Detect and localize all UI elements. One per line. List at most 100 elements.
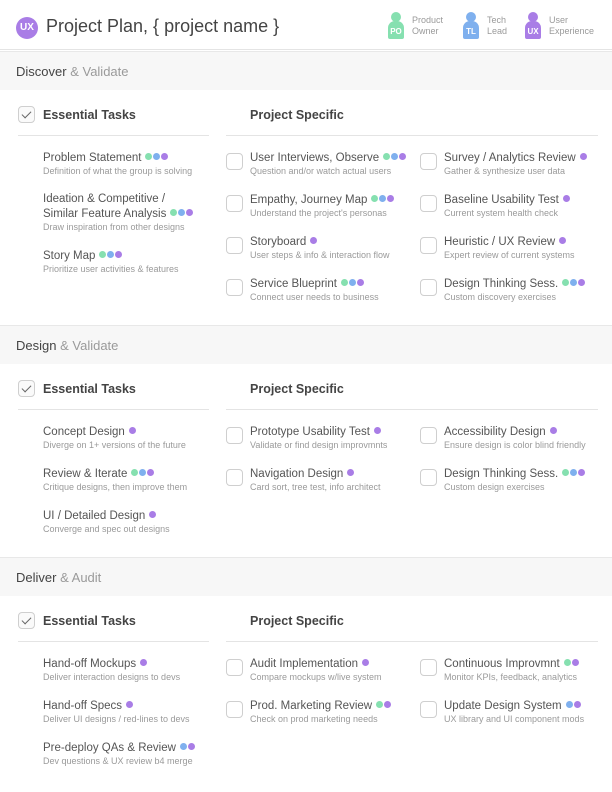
task-name: Update Design System	[444, 700, 562, 712]
role-dots	[140, 656, 148, 670]
section-title: Discover	[16, 64, 67, 79]
role-dot-po-icon	[376, 701, 384, 708]
task-name: Pre-deploy QAs & Review	[43, 742, 176, 754]
role-dot-ux-icon	[356, 279, 364, 286]
task-name: Prod. Marketing Review	[250, 700, 373, 712]
task-description: Definition of what the group is solving	[43, 166, 193, 176]
role-dot-ux-icon	[126, 701, 134, 708]
role-dot-tl-icon	[570, 279, 578, 286]
task-checkbox[interactable]	[226, 195, 243, 212]
task-name: Survey / Analytics Review	[444, 152, 576, 164]
task-checkbox[interactable]	[226, 469, 243, 486]
role-dot-ux-icon	[140, 659, 148, 666]
role-dots	[373, 424, 382, 438]
role-dots	[179, 740, 196, 754]
task-checkbox[interactable]	[420, 701, 437, 718]
task-name: Hand-off Mockups	[43, 658, 137, 670]
role-dot-po-icon	[563, 659, 571, 666]
role-dot-po-icon	[562, 279, 570, 286]
role-dot-tl-icon	[570, 469, 578, 476]
task-checkbox[interactable]	[420, 153, 437, 170]
task-checkbox[interactable]	[226, 153, 243, 170]
person-icon: TL	[463, 12, 479, 40]
task-checkbox[interactable]	[226, 427, 243, 444]
role-dot-ux-icon	[399, 153, 407, 160]
role-dots	[562, 466, 586, 480]
task-description: Custom design exercises	[444, 482, 545, 492]
role-dots	[145, 150, 169, 164]
task-name: Continuous Improvmnt	[444, 658, 560, 670]
role-dots	[340, 276, 365, 290]
role-dots	[565, 698, 582, 712]
role-dots	[347, 466, 355, 480]
role-dot-tl-icon	[139, 469, 147, 476]
task-checkbox[interactable]	[226, 659, 243, 676]
task-description: Understand the project's personas	[250, 208, 387, 218]
task-name: Audit Implementation	[250, 658, 359, 670]
essential-tasks-checkbox[interactable]	[18, 612, 35, 629]
essential-tasks-heading: Essential Tasks	[43, 382, 136, 396]
role-dots	[170, 206, 194, 220]
role-dot-tl-icon	[179, 743, 187, 750]
task-checkbox[interactable]	[420, 237, 437, 254]
task-name: Story Map	[43, 250, 96, 262]
task-checkbox[interactable]	[420, 469, 437, 486]
role-dots	[563, 656, 580, 670]
task-item: Concept Design Diverge on 1+ versions of …	[43, 424, 186, 451]
role-dots	[562, 192, 571, 206]
task-checkbox[interactable]	[226, 701, 243, 718]
task-name: Heuristic / UX Review	[444, 236, 556, 248]
task-description: Draw inspiration from other designs	[43, 222, 185, 232]
task-item: Update Design System UX library and UI co…	[444, 698, 584, 725]
task-item: UI / Detailed Design Converge and spec ou…	[43, 508, 170, 535]
divider	[226, 641, 598, 642]
task-name: Design Thinking Sess.	[444, 278, 559, 290]
role-dot-ux-icon	[578, 469, 586, 476]
person-icon: PO	[388, 12, 404, 40]
section-subtitle: & Validate	[70, 64, 129, 79]
essential-tasks-checkbox[interactable]	[18, 106, 35, 123]
divider	[18, 641, 209, 642]
task-description: Card sort, tree test, info architect	[250, 482, 381, 492]
role-dot-ux-icon	[559, 237, 567, 244]
task-description: Connect user needs to business	[250, 292, 379, 302]
role-dot-ux-icon	[387, 195, 395, 202]
task-checkbox[interactable]	[226, 237, 243, 254]
task-item: Hand-off Mockups Deliver interaction desi…	[43, 656, 180, 683]
role-dots	[579, 150, 588, 164]
task-description: Current system health check	[444, 208, 559, 218]
role-dot-po-icon	[383, 153, 391, 160]
task-description: Deliver interaction designs to devs	[43, 672, 181, 682]
divider	[18, 135, 209, 136]
essential-tasks-checkbox[interactable]	[18, 380, 35, 397]
role-dot-po-icon	[562, 469, 570, 476]
task-name: Service Blueprint	[250, 278, 337, 290]
role-dot-tl-icon	[379, 195, 387, 202]
role-dots	[99, 248, 123, 262]
role-dot-ux-icon	[161, 153, 169, 160]
task-item: Storyboard User steps & info & interactio…	[250, 234, 390, 261]
section-subtitle: & Validate	[60, 338, 119, 353]
essential-tasks-heading: Essential Tasks	[43, 108, 136, 122]
task-name: UI / Detailed Design	[43, 510, 146, 522]
task-item: Prod. Marketing Review Check on prod mark…	[250, 698, 392, 725]
role-dot-ux-icon	[347, 469, 355, 476]
role-dot-tl-icon	[391, 153, 399, 160]
task-description: Check on prod marketing needs	[250, 714, 378, 724]
task-checkbox[interactable]	[226, 279, 243, 296]
task-item: Ideation & Competitive / Similar Feature …	[43, 192, 194, 233]
task-checkbox[interactable]	[420, 659, 437, 676]
role-dot-po-icon	[145, 153, 153, 160]
task-name: Storyboard	[250, 236, 307, 248]
task-checkbox[interactable]	[420, 279, 437, 296]
role-dot-po-icon	[340, 279, 348, 286]
role-dot-tl-icon	[107, 251, 115, 258]
task-name: Accessibility Design	[444, 426, 546, 438]
role-dot-ux-icon	[562, 195, 570, 202]
role-dot-tl-icon	[153, 153, 161, 160]
section-title: Design	[16, 338, 57, 353]
task-checkbox[interactable]	[420, 195, 437, 212]
task-checkbox[interactable]	[420, 427, 437, 444]
role-dot-tl-icon	[348, 279, 356, 286]
section-subtitle: & Audit	[60, 570, 102, 585]
